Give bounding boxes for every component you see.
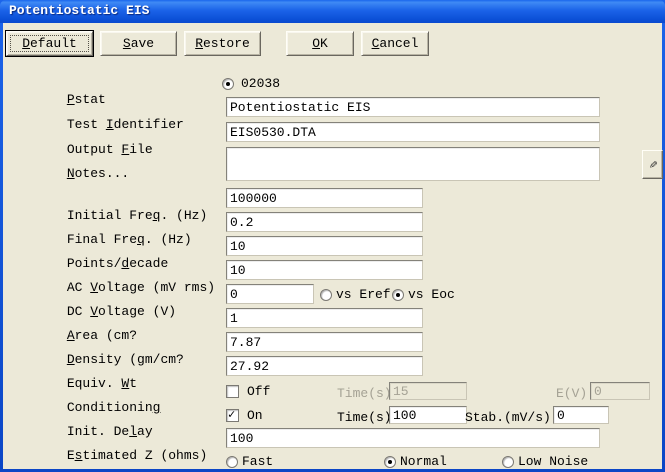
initial-freq-input[interactable] (226, 188, 423, 208)
ok-button[interactable]: OK (286, 31, 354, 56)
conditioning-e-label: E(V) (556, 386, 588, 401)
dc-voltage-input[interactable] (226, 284, 314, 304)
notes-label: Notes... (66, 166, 130, 181)
notes-textarea[interactable] (226, 147, 600, 181)
equiv-wt-input[interactable] (226, 356, 423, 376)
optimize-normal-radio[interactable] (384, 456, 396, 468)
save-button[interactable]: Save (100, 31, 177, 56)
conditioning-time-label: Time(s) (337, 386, 392, 401)
check-icon: ✓ (228, 408, 236, 422)
window-title: Potentiostatic EIS (9, 3, 150, 18)
optimize-normal-label[interactable]: Normal (400, 454, 447, 470)
optimize-fast-radio[interactable] (226, 456, 238, 468)
init-delay-time-input[interactable] (389, 406, 467, 424)
pstat-radio[interactable] (222, 78, 234, 90)
ac-voltage-input[interactable] (226, 260, 423, 280)
restore-button[interactable]: Restore (184, 31, 261, 56)
conditioning-e-input (590, 382, 650, 400)
points-decade-input[interactable] (226, 236, 423, 256)
conditioning-off-label[interactable]: Off (247, 384, 270, 400)
vs-eoc-radio[interactable] (392, 289, 404, 301)
dialog-window: Potentiostatic EIS Default Save Restore … (0, 0, 665, 472)
density-input[interactable] (226, 332, 423, 352)
notes-edit-button[interactable]: ✎ (642, 150, 663, 179)
vs-eref-label[interactable]: vs Eref (336, 287, 391, 303)
dialog-content: Default Save Restore OK Cancel Pstat 020… (3, 23, 663, 472)
pencil-icon: ✎ (644, 159, 661, 170)
init-delay-checkbox[interactable]: ✓ (226, 408, 239, 422)
title-bar[interactable]: Potentiostatic EIS (0, 0, 665, 23)
optimize-low-noise-label[interactable]: Low Noise (518, 454, 588, 470)
area-input[interactable] (226, 308, 423, 328)
conditioning-checkbox[interactable] (226, 385, 239, 398)
optimize-low-noise-radio[interactable] (502, 456, 514, 468)
init-delay-stab-input[interactable] (553, 406, 609, 424)
init-delay-on-label[interactable]: On (247, 408, 263, 424)
estimated-z-input[interactable] (226, 428, 600, 448)
init-delay-stab-label: Stab.(mV/s) (465, 410, 551, 425)
vs-eoc-label[interactable]: vs Eoc (408, 287, 455, 303)
optimize-fast-label[interactable]: Fast (242, 454, 273, 470)
init-delay-time-label: Time(s) (337, 410, 392, 425)
pstat-value: 02038 (241, 76, 281, 91)
optimize-for-label: Optimize for: (20, 455, 168, 472)
final-freq-input[interactable] (226, 212, 423, 232)
cancel-button[interactable]: Cancel (361, 31, 429, 56)
output-file-input[interactable] (226, 122, 600, 142)
default-button[interactable]: Default (6, 31, 93, 56)
vs-eref-radio[interactable] (320, 289, 332, 301)
test-identifier-input[interactable] (226, 97, 600, 117)
conditioning-time-input (389, 382, 467, 400)
